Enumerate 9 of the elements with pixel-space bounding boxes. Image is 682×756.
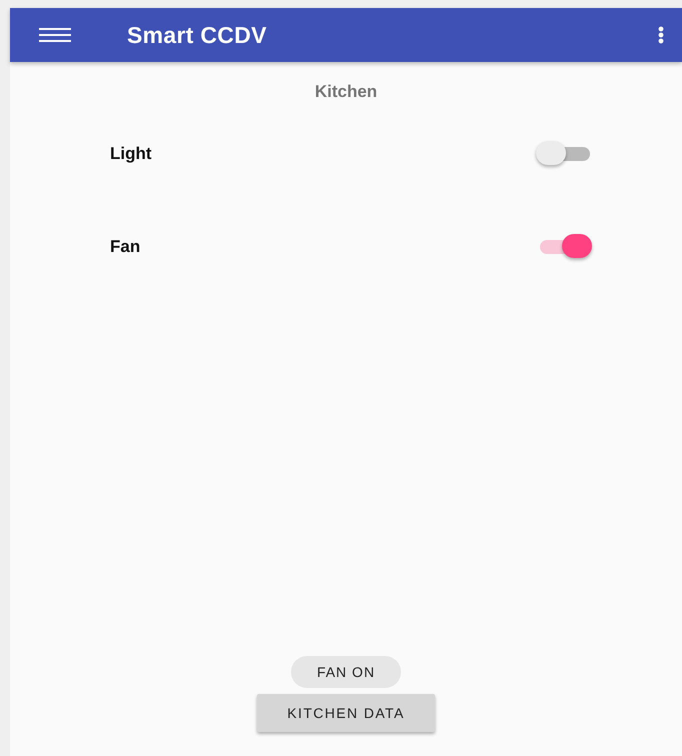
section-title: Kitchen — [314, 82, 378, 102]
more-options-icon[interactable] — [658, 26, 664, 44]
toast-message: FAN ON — [290, 656, 402, 688]
menu-icon[interactable] — [39, 28, 71, 42]
toggle-switch[interactable] — [536, 141, 592, 167]
app-title: Smart CCDV — [127, 22, 268, 48]
switch-label: Light — [110, 144, 152, 164]
switch-label: Fan — [110, 237, 140, 257]
kitchen-data-button[interactable]: KITCHEN DATA — [257, 694, 435, 732]
